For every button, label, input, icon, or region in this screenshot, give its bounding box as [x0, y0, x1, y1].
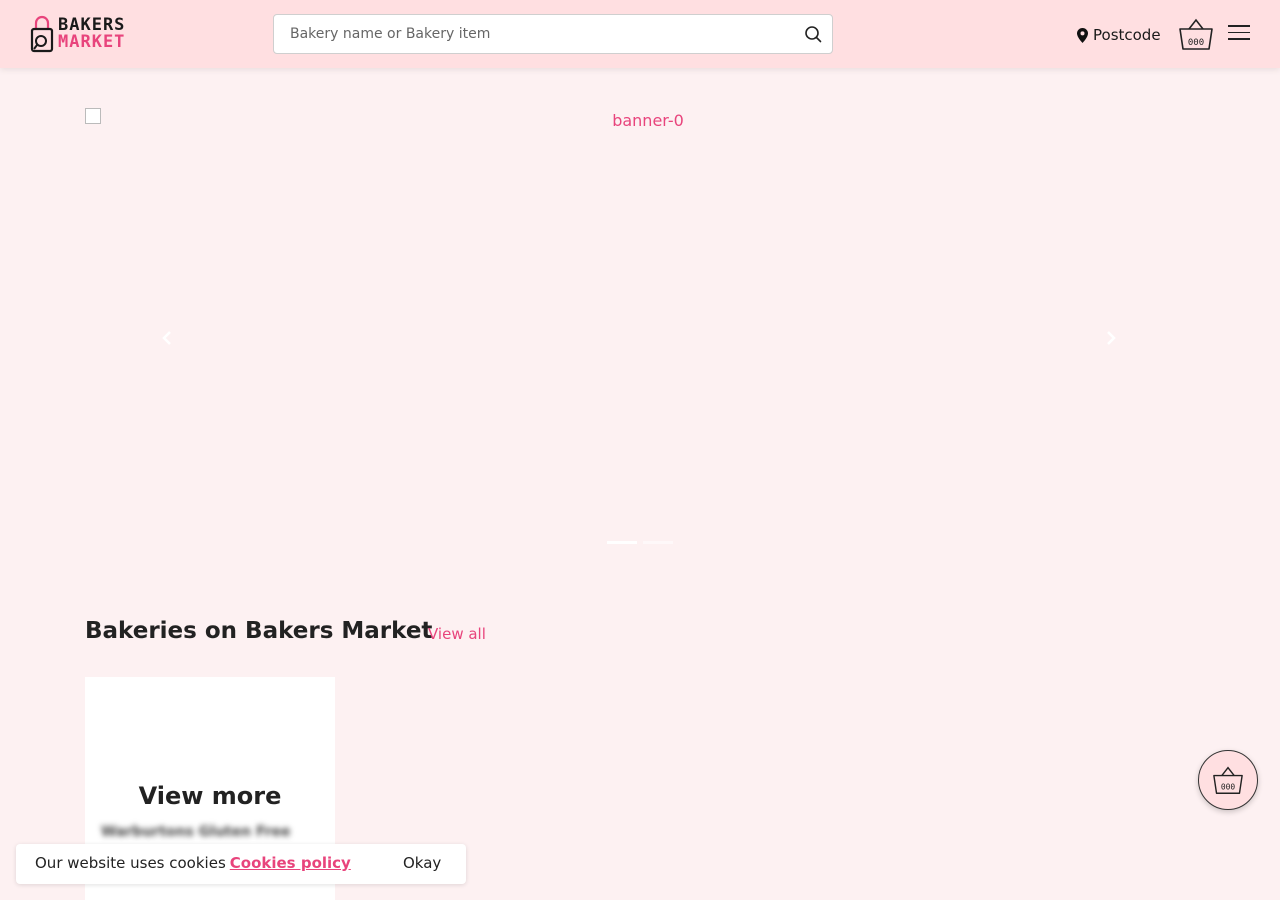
- card-view-more[interactable]: View more: [85, 782, 335, 810]
- carousel-indicator-1[interactable]: [607, 541, 637, 544]
- postcode-label: Postcode: [1093, 26, 1161, 44]
- menu-icon[interactable]: [1228, 25, 1250, 43]
- search-bar: [273, 14, 833, 54]
- carousel-indicator-2[interactable]: [643, 541, 673, 544]
- basket-icon[interactable]: 000: [1178, 17, 1214, 51]
- search-input[interactable]: [274, 15, 784, 53]
- postcode-button[interactable]: Postcode: [1077, 25, 1161, 45]
- svg-text:000: 000: [1188, 38, 1204, 48]
- carousel-indicators: [607, 541, 673, 544]
- cookie-message: Our website uses cookies Cookies policy: [35, 854, 351, 872]
- search-icon[interactable]: [804, 25, 822, 43]
- cookie-banner: Our website uses cookies Cookies policy O…: [16, 844, 466, 884]
- card-product-name: Warburtons Gluten Free: [101, 824, 291, 840]
- logo-text-market: MARKET: [58, 32, 126, 52]
- cookie-okay-button[interactable]: Okay: [403, 854, 441, 872]
- banner-image-alt: banner-0: [612, 111, 684, 130]
- site-header: BAKERS MARKET Postcode 000: [0, 0, 1280, 68]
- cookies-policy-link[interactable]: Cookies policy: [230, 854, 351, 872]
- carousel-next-arrow-icon[interactable]: [1103, 330, 1119, 346]
- section-title: Bakeries on Bakers Market: [85, 618, 433, 644]
- view-all-link[interactable]: View all: [428, 625, 486, 643]
- logo[interactable]: BAKERS MARKET: [30, 15, 134, 53]
- svg-text:000: 000: [1221, 783, 1236, 792]
- carousel-prev-arrow-icon[interactable]: [159, 330, 175, 346]
- location-pin-icon: [1077, 27, 1088, 43]
- cookie-text: Our website uses cookies: [35, 854, 226, 872]
- banner-carousel: banner-0: [85, 108, 1195, 568]
- basket-icon: 000: [1213, 766, 1243, 794]
- floating-basket-button[interactable]: 000: [1198, 750, 1258, 810]
- logo-bag-icon: [30, 15, 54, 53]
